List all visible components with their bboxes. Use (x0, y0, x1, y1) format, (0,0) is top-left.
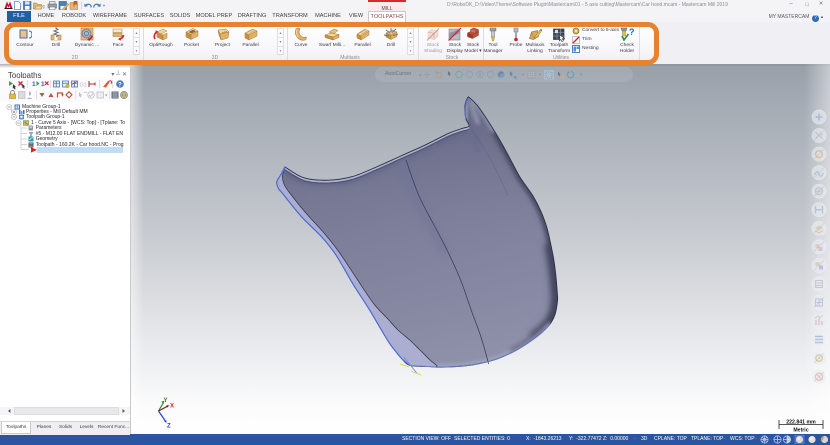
svg-text:Z: Z (167, 424, 171, 430)
svg-text:Metric: Metric (793, 428, 808, 434)
svg-text:222.841 mm: 222.841 mm (786, 420, 816, 426)
svg-text:X: X (170, 404, 174, 410)
svg-text:Y: Y (164, 398, 168, 404)
